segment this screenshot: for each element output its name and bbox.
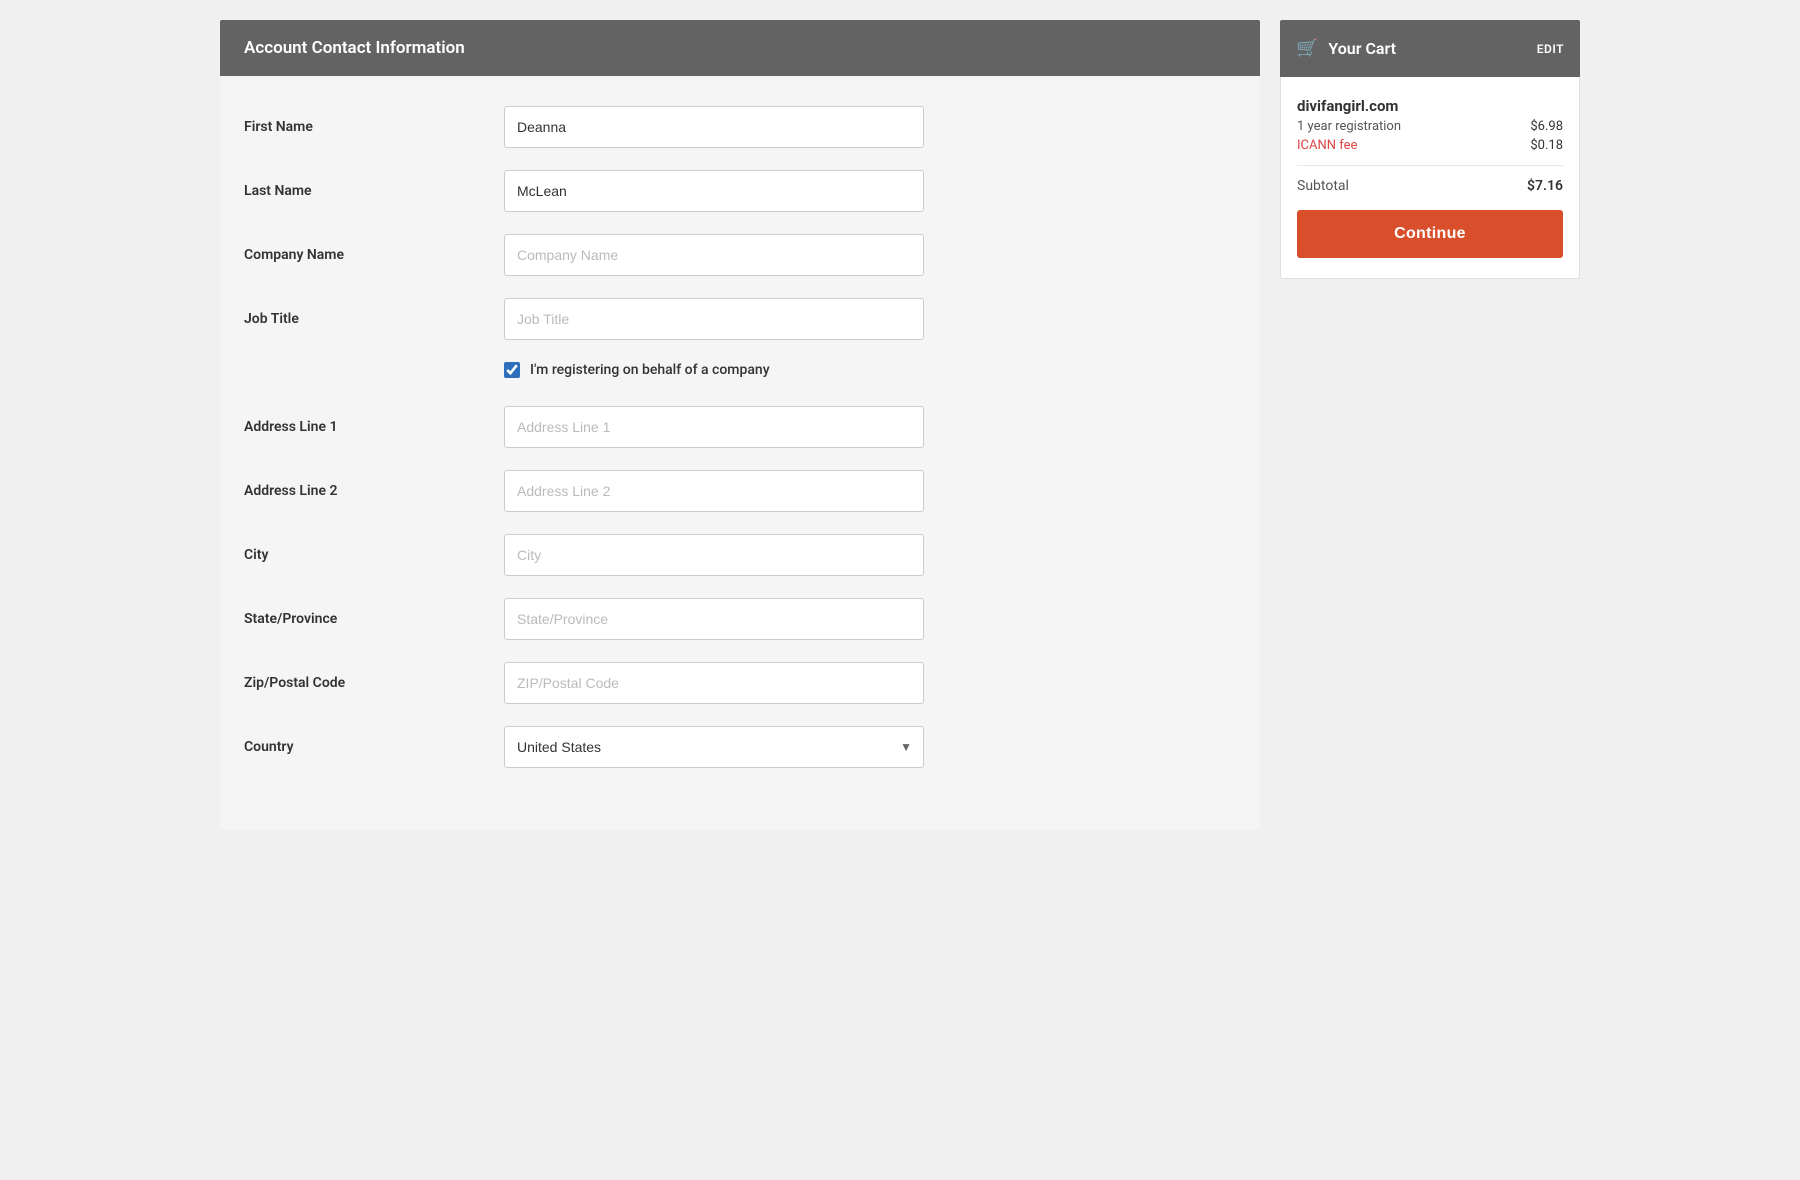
- cart-divider: [1297, 165, 1563, 166]
- job-title-input[interactable]: [504, 298, 924, 340]
- first-name-row: First Name: [244, 106, 1236, 148]
- company-name-label: Company Name: [244, 247, 504, 263]
- zip-postal-code-row: Zip/Postal Code: [244, 662, 1236, 704]
- state-province-input[interactable]: [504, 598, 924, 640]
- state-province-label: State/Province: [244, 611, 504, 627]
- cart-icann-label: ICANN fee: [1297, 138, 1357, 153]
- city-row: City: [244, 534, 1236, 576]
- address-line-1-input[interactable]: [504, 406, 924, 448]
- continue-button[interactable]: Continue: [1297, 210, 1563, 258]
- cart-line-item-registration: 1 year registration $6.98: [1297, 119, 1563, 134]
- form-body: First Name Last Name Company Name Job Ti…: [220, 76, 1260, 830]
- cart-icann-value: $0.18: [1530, 138, 1563, 153]
- form-panel-title: Account Contact Information: [244, 38, 465, 58]
- cart-subtotal-value: $7.16: [1527, 178, 1563, 194]
- company-checkbox-label[interactable]: I'm registering on behalf of a company: [530, 362, 770, 378]
- last-name-row: Last Name: [244, 170, 1236, 212]
- cart-registration-label: 1 year registration: [1297, 119, 1401, 134]
- city-label: City: [244, 547, 504, 563]
- address-line-2-label: Address Line 2: [244, 483, 504, 499]
- country-label: Country: [244, 739, 504, 755]
- city-input[interactable]: [504, 534, 924, 576]
- cart-title: Your Cart: [1328, 39, 1396, 58]
- cart-panel: 🛒 Your Cart EDIT divifangirl.com 1 year …: [1280, 20, 1580, 830]
- company-checkbox[interactable]: [504, 362, 520, 378]
- cart-registration-value: $6.98: [1530, 119, 1563, 134]
- country-row: Country United States Canada United King…: [244, 726, 1236, 768]
- address-line-1-row: Address Line 1: [244, 406, 1236, 448]
- cart-header: 🛒 Your Cart EDIT: [1280, 20, 1580, 77]
- zip-postal-code-label: Zip/Postal Code: [244, 675, 504, 691]
- cart-domain: divifangirl.com: [1297, 97, 1563, 115]
- cart-body: divifangirl.com 1 year registration $6.9…: [1280, 77, 1580, 279]
- cart-icon: 🛒: [1296, 38, 1318, 59]
- company-checkbox-row: I'm registering on behalf of a company: [504, 362, 1236, 378]
- company-name-row: Company Name: [244, 234, 1236, 276]
- country-select-wrapper: United States Canada United Kingdom Aust…: [504, 726, 924, 768]
- cart-edit-link[interactable]: EDIT: [1537, 42, 1564, 56]
- address-line-2-row: Address Line 2: [244, 470, 1236, 512]
- cart-header-left: 🛒 Your Cart: [1296, 38, 1396, 59]
- cart-subtotal-label: Subtotal: [1297, 178, 1349, 194]
- company-name-input[interactable]: [504, 234, 924, 276]
- last-name-label: Last Name: [244, 183, 504, 199]
- zip-postal-code-input[interactable]: [504, 662, 924, 704]
- first-name-label: First Name: [244, 119, 504, 135]
- job-title-label: Job Title: [244, 311, 504, 327]
- country-select[interactable]: United States Canada United Kingdom Aust…: [504, 726, 924, 768]
- last-name-input[interactable]: [504, 170, 924, 212]
- state-province-row: State/Province: [244, 598, 1236, 640]
- form-panel-header: Account Contact Information: [220, 20, 1260, 76]
- address-line-2-input[interactable]: [504, 470, 924, 512]
- cart-line-item-icann: ICANN fee $0.18: [1297, 138, 1563, 153]
- job-title-row: Job Title: [244, 298, 1236, 340]
- first-name-input[interactable]: [504, 106, 924, 148]
- account-contact-form-panel: Account Contact Information First Name L…: [220, 20, 1260, 830]
- address-line-1-label: Address Line 1: [244, 419, 504, 435]
- cart-subtotal-row: Subtotal $7.16: [1297, 178, 1563, 194]
